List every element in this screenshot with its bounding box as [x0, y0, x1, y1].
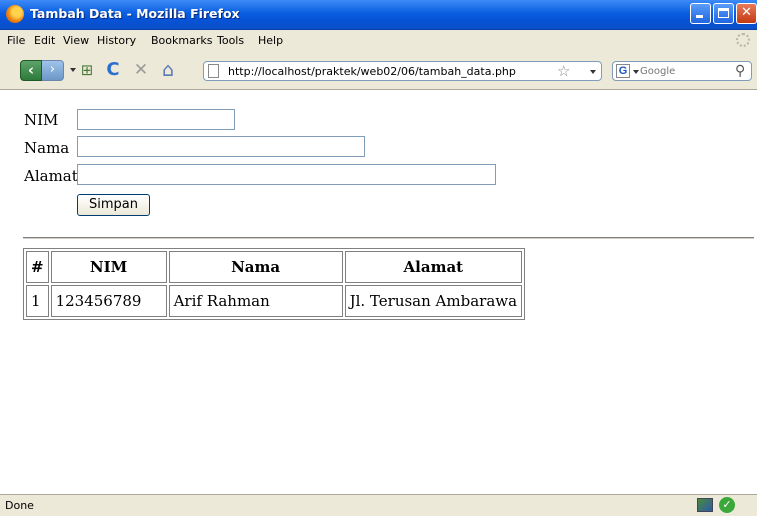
page-icon	[208, 64, 219, 78]
alamat-label: Alamat	[24, 167, 78, 185]
back-icon: ‹	[27, 61, 35, 79]
maximize-button[interactable]	[713, 3, 734, 24]
menu-help[interactable]: Help	[258, 34, 283, 47]
divider	[23, 237, 754, 239]
cell-alamat: Jl. Terusan Ambarawa	[344, 285, 523, 317]
throbber-icon	[736, 33, 750, 47]
menu-file[interactable]: File	[7, 34, 25, 47]
menu-history[interactable]: History	[97, 34, 136, 47]
data-table: # NIM Nama Alamat 1 123456789 Arif Rahma…	[23, 248, 526, 320]
home-icon[interactable]: ⌂	[157, 59, 179, 81]
page-content: NIM Nama Alamat Simpan # NIM Nama Alamat…	[0, 90, 757, 494]
cell-nama: Arif Rahman	[168, 285, 343, 317]
cell-nim: 123456789	[50, 285, 167, 317]
addon-icon[interactable]	[697, 498, 713, 512]
status-bar: Done ✓	[0, 494, 757, 516]
column-header-nama: Nama	[168, 251, 343, 283]
table-header-row: # NIM Nama Alamat	[26, 251, 523, 283]
reload-icon[interactable]: C	[102, 59, 124, 81]
menu-bar: File Edit View History Bookmarks Tools H…	[0, 30, 757, 51]
forward-icon: ›	[49, 62, 56, 77]
back-button[interactable]: ‹	[20, 60, 42, 81]
minimize-icon	[696, 15, 703, 18]
forward-button[interactable]: ›	[42, 60, 64, 81]
search-engine-dropdown-icon[interactable]	[633, 70, 639, 74]
bookmark-add-icon[interactable]: ⊞	[76, 59, 98, 81]
menu-edit[interactable]: Edit	[34, 34, 55, 47]
alamat-input[interactable]	[77, 164, 496, 185]
close-button[interactable]: ✕	[736, 3, 757, 24]
menu-view[interactable]: View	[63, 34, 89, 47]
google-icon[interactable]: G	[616, 64, 630, 78]
search-icon[interactable]: ⚲	[735, 63, 745, 79]
column-header-nim: NIM	[50, 251, 167, 283]
title-bar: Tambah Data - Mozilla Firefox ✕	[0, 0, 757, 30]
check-icon[interactable]: ✓	[719, 497, 735, 513]
column-header-number: #	[26, 251, 49, 283]
close-icon: ✕	[741, 5, 752, 20]
menu-bookmarks[interactable]: Bookmarks	[151, 34, 212, 47]
navigation-toolbar: ‹ › ⊞ C ✕ ⌂ http://localhost/praktek/web…	[0, 51, 757, 90]
url-bar[interactable]: http://localhost/praktek/web02/06/tambah…	[203, 61, 602, 81]
maximize-icon	[718, 8, 729, 18]
table-row: 1 123456789 Arif Rahman Jl. Terusan Amba…	[26, 285, 523, 317]
firefox-icon	[6, 5, 24, 23]
status-text: Done	[5, 499, 34, 512]
url-text[interactable]: http://localhost/praktek/web02/06/tambah…	[228, 65, 516, 78]
nim-input[interactable]	[77, 109, 235, 130]
nim-label: NIM	[24, 111, 59, 129]
column-header-alamat: Alamat	[344, 251, 523, 283]
minimize-button[interactable]	[690, 3, 711, 24]
cell-number: 1	[26, 285, 49, 317]
simpan-button[interactable]: Simpan	[77, 194, 150, 216]
nama-label: Nama	[24, 139, 70, 157]
search-bar[interactable]: G ⚲	[612, 61, 752, 81]
nama-input[interactable]	[77, 136, 365, 157]
menu-tools[interactable]: Tools	[217, 34, 244, 47]
stop-icon[interactable]: ✕	[130, 59, 152, 81]
star-icon[interactable]: ☆	[557, 62, 570, 80]
window-title: Tambah Data - Mozilla Firefox	[30, 6, 240, 21]
search-input[interactable]	[640, 63, 720, 79]
url-dropdown-icon[interactable]	[590, 70, 596, 74]
